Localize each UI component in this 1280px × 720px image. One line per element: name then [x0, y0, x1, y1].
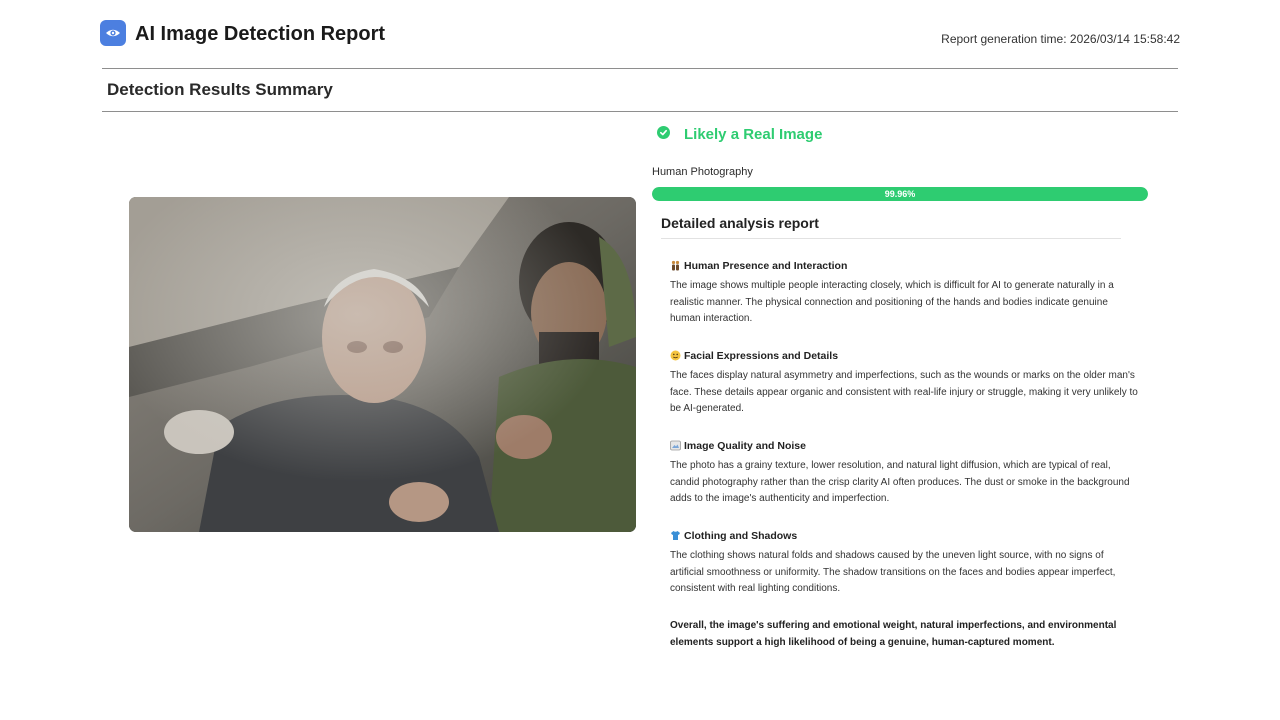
finding-human-presence: Human Presence and Interaction The image… [670, 258, 1140, 328]
check-circle-icon [657, 126, 670, 139]
finding-title: Clothing and Shadows [684, 529, 798, 542]
finding-title: Image Quality and Noise [684, 439, 806, 452]
face-icon [670, 350, 681, 361]
divider [102, 68, 1178, 69]
category-label: Human Photography [652, 166, 753, 178]
eye-icon [100, 20, 126, 46]
verdict-label: Likely a Real Image [684, 126, 823, 143]
people-icon [670, 260, 681, 271]
divider [661, 238, 1121, 239]
section-title: Detection Results Summary [107, 80, 333, 99]
finding-body: The image shows multiple people interact… [670, 280, 1114, 325]
finding-body: The clothing shows natural folds and sha… [670, 550, 1116, 595]
image-quality-icon [670, 440, 681, 451]
finding-facial-expressions: Facial Expressions and Details The faces… [670, 348, 1140, 418]
confidence-percentage: 99.96% [884, 189, 916, 199]
finding-body: The faces display natural asymmetry and … [670, 370, 1138, 415]
analysis-title: Detailed analysis report [661, 215, 819, 231]
finding-clothing-shadows: Clothing and Shadows The clothing shows … [670, 528, 1140, 598]
finding-body: The photo has a grainy texture, lower re… [670, 460, 1130, 505]
page-title: AI Image Detection Report [135, 23, 386, 45]
report-generation-time: Report generation time: 2026/03/14 15:58… [941, 32, 1180, 46]
analyzed-photo [129, 197, 636, 532]
finding-title: Facial Expressions and Details [684, 349, 839, 362]
analysis-conclusion: Overall, the image's suffering and emoti… [670, 620, 1117, 648]
confidence-bar: 99.96% [652, 187, 1148, 201]
divider [102, 111, 1178, 112]
shirt-icon [670, 530, 681, 541]
finding-image-quality: Image Quality and Noise The photo has a … [670, 438, 1140, 508]
finding-title: Human Presence and Interaction [684, 259, 848, 272]
report-header: AI Image Detection Report Report generat… [100, 20, 1180, 52]
